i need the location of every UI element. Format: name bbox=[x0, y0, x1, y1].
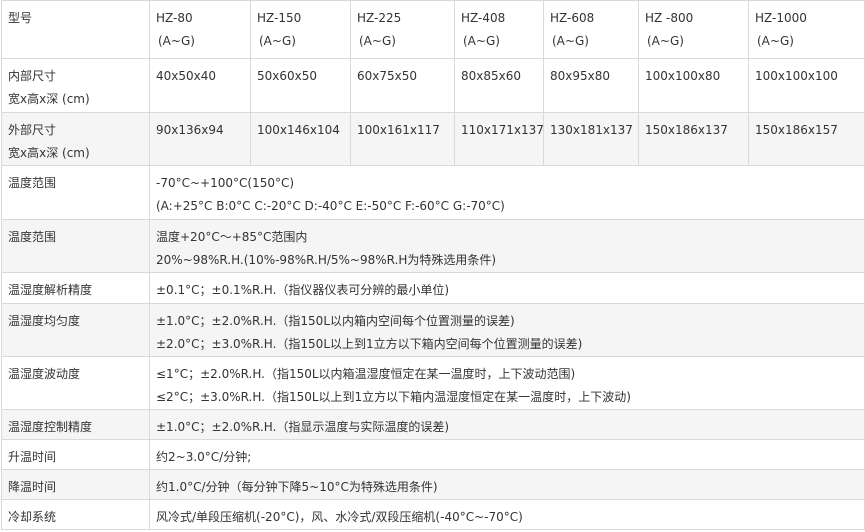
outer-size-row: 外部尺寸 宽x高x深 (cm) 90x136x94 100x146x104 100… bbox=[1, 112, 865, 166]
row-label: 温湿度均匀度 bbox=[1, 303, 150, 357]
row-value: -70°C~+100°C(150°C) (A:+25°C B:0°C C:-20°… bbox=[149, 165, 865, 220]
size-value: 90x136x94 bbox=[149, 112, 251, 166]
model-cell: HZ-80 (A~G) bbox=[149, 0, 251, 59]
row-label: 冷却系统 bbox=[1, 499, 150, 530]
row-label: 降温时间 bbox=[1, 469, 150, 500]
row-value: 约1.0°C/分钟（每分钟下降5~10°C为特殊选用条件) bbox=[149, 469, 865, 500]
size-value: 80x85x60 bbox=[454, 58, 544, 113]
row-value: 温度+20°C～+85°C范围内 20%~98%R.H.(10%-98%R.H/5… bbox=[149, 219, 865, 273]
row-label: 温湿度波动度 bbox=[1, 356, 150, 410]
row-label: 温度范围 bbox=[1, 165, 150, 220]
size-value: 100x100x80 bbox=[638, 58, 749, 113]
row-label: 升温时间 bbox=[1, 439, 150, 470]
row-label: 外部尺寸 宽x高x深 (cm) bbox=[1, 112, 150, 166]
model-cell: HZ -800 (A~G) bbox=[638, 0, 749, 59]
humidity-range-row: 温度范围 温度+20°C～+85°C范围内 20%~98%R.H.(10%-98%… bbox=[1, 219, 865, 273]
cooling-time-row: 降温时间 约1.0°C/分钟（每分钟下降5~10°C为特殊选用条件) bbox=[1, 469, 865, 500]
spec-table: 型号 HZ-80 (A~G) HZ-150 (A~G) HZ-225 (A~G) HZ… bbox=[1, 0, 865, 530]
size-value: 100x100x100 bbox=[748, 58, 865, 113]
row-value: ≤1°C；±2.0%R.H.（指150L以内箱温湿度恒定在某一温度时，上下波动范… bbox=[149, 356, 865, 410]
size-value: 130x181x137 bbox=[543, 112, 639, 166]
size-value: 100x146x104 bbox=[250, 112, 351, 166]
header-row: 型号 HZ-80 (A~G) HZ-150 (A~G) HZ-225 (A~G) HZ… bbox=[1, 0, 865, 59]
resolution-row: 温湿度解析精度 ±0.1°C；±0.1%R.H.（指仪器仪表可分辨的最小单位) bbox=[1, 272, 865, 304]
row-value: ±1.0°C；±2.0%R.H.（指显示温度与实际温度的误差) bbox=[149, 409, 865, 440]
fluctuation-row: 温湿度波动度 ≤1°C；±2.0%R.H.（指150L以内箱温湿度恒定在某一温度… bbox=[1, 356, 865, 410]
temperature-range-row: 温度范围 -70°C~+100°C(150°C) (A:+25°C B:0°C C… bbox=[1, 165, 865, 220]
size-value: 110x171x137 bbox=[454, 112, 544, 166]
size-value: 80x95x80 bbox=[543, 58, 639, 113]
heating-time-row: 升温时间 约2~3.0°C/分钟; bbox=[1, 439, 865, 470]
inner-size-row: 内部尺寸 宽x高x深 (cm) 40x50x40 50x60x50 60x75x5… bbox=[1, 58, 865, 113]
row-value: 约2~3.0°C/分钟; bbox=[149, 439, 865, 470]
row-label: 温湿度解析精度 bbox=[1, 272, 150, 304]
model-cell: HZ-1000 (A~G) bbox=[748, 0, 865, 59]
model-cell: HZ-225 (A~G) bbox=[350, 0, 455, 59]
size-value: 150x186x137 bbox=[638, 112, 749, 166]
size-value: 60x75x50 bbox=[350, 58, 455, 113]
row-value: ±1.0°C；±2.0%R.H.（指150L以内箱内空间每个位置测量的误差) ±2… bbox=[149, 303, 865, 357]
uniformity-row: 温湿度均匀度 ±1.0°C；±2.0%R.H.（指150L以内箱内空间每个位置测… bbox=[1, 303, 865, 357]
model-cell: HZ-150 (A~G) bbox=[250, 0, 351, 59]
row-label: 内部尺寸 宽x高x深 (cm) bbox=[1, 58, 150, 113]
model-cell: HZ-408 (A~G) bbox=[454, 0, 544, 59]
header-label: 型号 bbox=[1, 0, 150, 59]
cooling-system-row: 冷却系统 风冷式/单段压缩机(-20°C)，风、水冷式/双段压缩机(-40°C~… bbox=[1, 499, 865, 530]
row-value: ±0.1°C；±0.1%R.H.（指仪器仪表可分辨的最小单位) bbox=[149, 272, 865, 304]
row-label: 温湿度控制精度 bbox=[1, 409, 150, 440]
size-value: 50x60x50 bbox=[250, 58, 351, 113]
model-cell: HZ-608 (A~G) bbox=[543, 0, 639, 59]
size-value: 40x50x40 bbox=[149, 58, 251, 113]
size-value: 150x186x157 bbox=[748, 112, 865, 166]
control-accuracy-row: 温湿度控制精度 ±1.0°C；±2.0%R.H.（指显示温度与实际温度的误差) bbox=[1, 409, 865, 440]
row-value: 风冷式/单段压缩机(-20°C)，风、水冷式/双段压缩机(-40°C~-70°C… bbox=[149, 499, 865, 530]
row-label: 温度范围 bbox=[1, 219, 150, 273]
size-value: 100x161x117 bbox=[350, 112, 455, 166]
